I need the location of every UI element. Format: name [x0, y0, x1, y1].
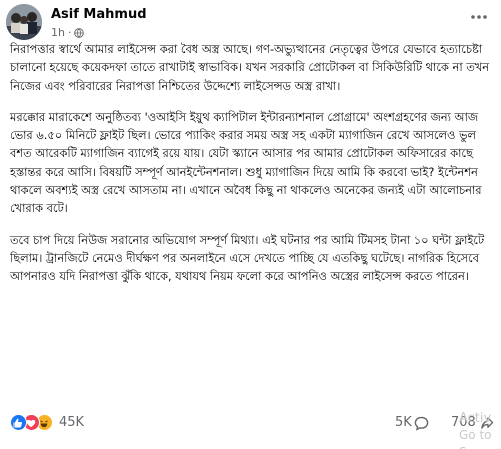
comments-count[interactable]: 5K — [395, 415, 412, 430]
comment-icon[interactable] — [414, 416, 429, 431]
post-paragraph-3: তবে চাপ দিয়ে নিউজ সরানোর অভিযোগ সম্পূর্… — [10, 232, 485, 284]
more-options-icon[interactable] — [468, 10, 490, 24]
post-header: Asif Mahmud 1h · — [6, 4, 496, 40]
windows-activation-watermark: Activ Go to S — [459, 410, 501, 449]
watermark-line-1: Activ — [459, 411, 492, 426]
post-time[interactable]: 1h — [51, 26, 65, 39]
post-stats-bar: 45K 5K 708 — [10, 414, 496, 436]
post-paragraph-1: নিরাপত্তার স্বার্থে আমার লাইসেন্স করা বৈ… — [10, 42, 490, 93]
globe-icon — [74, 27, 85, 38]
reactions-summary[interactable]: 45K — [10, 414, 84, 431]
author-avatar[interactable] — [6, 4, 42, 40]
avatar-photo — [6, 4, 42, 40]
facebook-post: Asif Mahmud 1h · নিরাপত্তার স্বার্থে আমা… — [0, 0, 501, 449]
like-reaction-icon — [10, 414, 27, 431]
post-paragraph-2: মরক্কোর মারাকেশে অনুষ্ঠিতব্য 'ওআইসি ইয়ু… — [10, 109, 482, 216]
author-name[interactable]: Asif Mahmud — [51, 7, 147, 22]
meta-separator: · — [67, 26, 72, 39]
post-body: নিরাপত্তার স্বার্থে আমার লাইসেন্স করা বৈ… — [10, 40, 494, 299]
reactions-count[interactable]: 45K — [59, 415, 84, 430]
post-meta: 1h · — [51, 26, 85, 39]
watermark-line-2: Go to S — [459, 428, 492, 449]
